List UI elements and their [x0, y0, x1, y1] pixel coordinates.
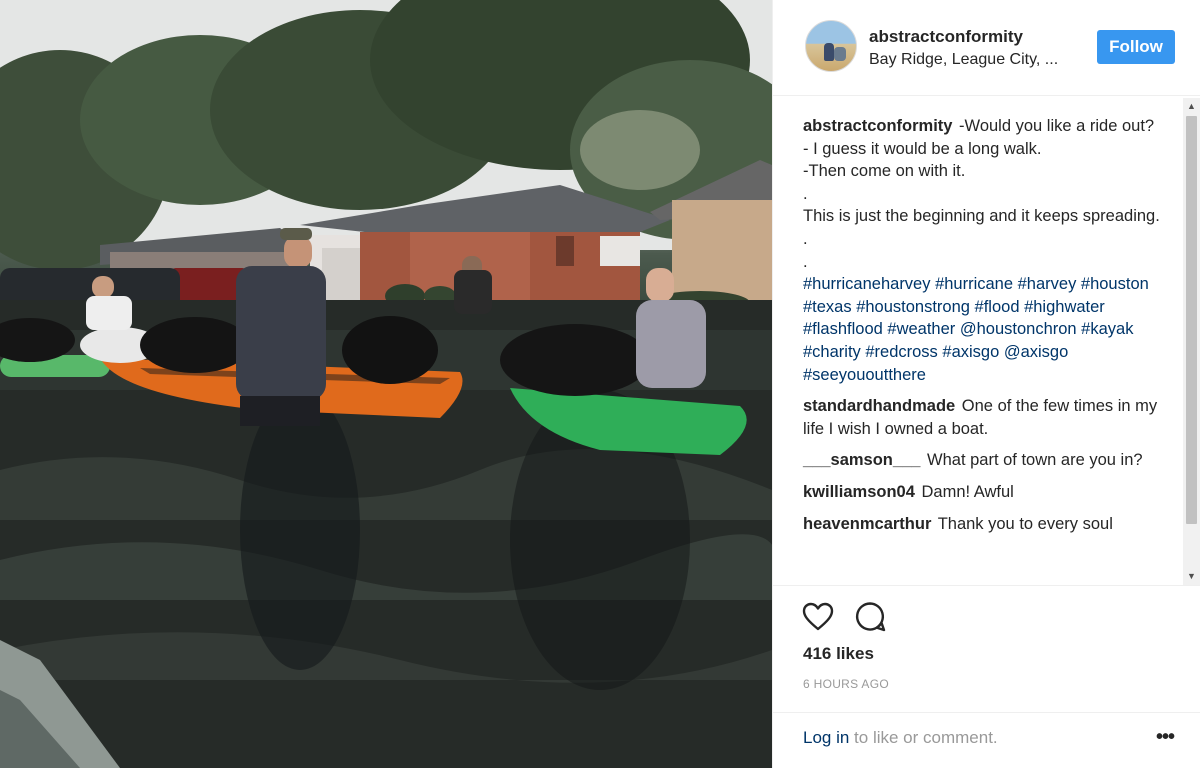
post-actions: 416 likes 6 HOURS AGO — [773, 585, 1200, 705]
caption: abstractconformity -Would you like a rid… — [803, 115, 1163, 386]
avatar-figure — [824, 43, 834, 61]
comment-text: Thank you to every soul — [937, 514, 1113, 533]
caption-hashtags[interactable]: #hurricaneharvey #hurricane #harvey #hou… — [803, 273, 1163, 386]
comment-item: ___samson___ What part of town are you i… — [803, 449, 1163, 472]
login-suffix: to like or comment. — [849, 728, 998, 747]
caption-line: This is just the beginning and it keeps … — [803, 207, 1160, 226]
comment-author[interactable]: standardhandmade — [803, 397, 955, 415]
caption-author[interactable]: abstractconformity — [803, 117, 952, 135]
flooded-street-illustration — [0, 0, 772, 768]
username-link[interactable]: abstractconformity — [869, 27, 1023, 47]
post-footer: Log in to like or comment. ••• — [773, 712, 1200, 768]
comment-author[interactable]: heavenmcarthur — [803, 515, 931, 533]
login-prompt: Log in to like or comment. — [803, 728, 998, 748]
post-timestamp: 6 HOURS AGO — [803, 677, 889, 691]
location-link[interactable]: Bay Ridge, League City, ... — [869, 51, 1058, 69]
caption-line: . — [803, 184, 808, 203]
comments-content: abstractconformity -Would you like a rid… — [803, 115, 1163, 544]
comments-scrollbar[interactable]: ▲ ▼ — [1183, 98, 1200, 585]
speech-bubble-icon[interactable] — [853, 600, 887, 634]
follow-button[interactable]: Follow — [1097, 30, 1175, 64]
more-options-icon[interactable]: ••• — [1151, 726, 1179, 750]
likes-count[interactable]: 416 likes — [803, 644, 874, 664]
avatar-figure — [834, 47, 846, 61]
comments-list[interactable]: abstractconformity -Would you like a rid… — [773, 97, 1200, 585]
instagram-post: abstractconformity Bay Ridge, League Cit… — [0, 0, 1200, 768]
comment-item: heavenmcarthur Thank you to every soul — [803, 513, 1163, 536]
caption-line: . — [803, 229, 808, 248]
comment-item: standardhandmade One of the few times in… — [803, 395, 1163, 440]
avatar[interactable] — [805, 20, 857, 72]
post-side-panel: abstractconformity Bay Ridge, League Cit… — [772, 0, 1200, 768]
scroll-down-arrow-icon[interactable]: ▼ — [1183, 568, 1200, 585]
comment-author[interactable]: ___samson___ — [803, 451, 920, 469]
caption-line: -Would you like a ride out? — [959, 117, 1155, 135]
heart-icon[interactable] — [801, 600, 835, 634]
comment-item: kwilliamson04 Damn! Awful — [803, 481, 1163, 504]
scroll-up-arrow-icon[interactable]: ▲ — [1183, 98, 1200, 115]
post-photo[interactable] — [0, 0, 772, 768]
caption-line: - I guess it would be a long walk. — [803, 139, 1042, 158]
scroll-thumb[interactable] — [1186, 116, 1197, 524]
post-header: abstractconformity Bay Ridge, League Cit… — [773, 0, 1200, 96]
login-link[interactable]: Log in — [803, 728, 849, 747]
comment-text: What part of town are you in? — [927, 451, 1143, 470]
comment-author[interactable]: kwilliamson04 — [803, 483, 915, 501]
caption-line: . — [803, 252, 808, 271]
comment-text: Damn! Awful — [921, 482, 1014, 501]
caption-line: -Then come on with it. — [803, 162, 966, 181]
